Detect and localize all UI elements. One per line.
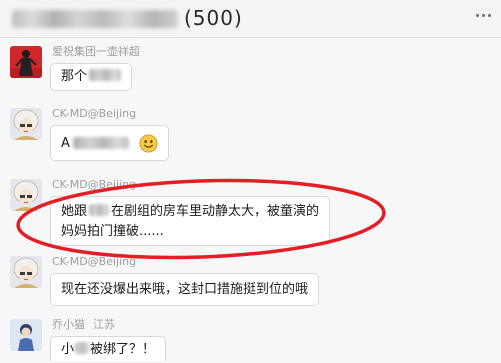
message-text: 小 bbox=[61, 342, 75, 357]
avatar-image bbox=[10, 46, 42, 78]
blurred-text bbox=[89, 69, 122, 81]
smiley-emoji-icon bbox=[139, 133, 158, 153]
sender-avatar[interactable] bbox=[10, 256, 42, 288]
sender-name[interactable]: 爱祝集团一壶祥超 bbox=[52, 45, 140, 59]
sender-nickname: 乔小猫 bbox=[52, 318, 85, 331]
message-bubble[interactable]: 现在还没爆出来哦，这封口措施挺到位的哦 bbox=[50, 273, 320, 306]
message-text-line: 她跟 在剧组的房车里动静太大，被童演的 bbox=[61, 202, 319, 222]
sender-avatar[interactable] bbox=[10, 46, 42, 78]
blurred-text bbox=[75, 342, 90, 354]
message-text: 那个 bbox=[61, 69, 88, 84]
chat-header: (500) bbox=[0, 0, 501, 38]
message-text: 她跟 bbox=[61, 204, 88, 219]
message-text: 在剧组的房车里动静太大，被童演的 bbox=[111, 204, 320, 219]
chat-message: CK-MD@Beijing A bbox=[0, 107, 501, 161]
message-bubble[interactable]: 小被绑了？！ bbox=[50, 336, 167, 361]
sender-name[interactable]: 乔小猫 江苏 bbox=[52, 318, 115, 332]
more-icon[interactable] bbox=[488, 14, 491, 17]
message-text: 被绑了？！ bbox=[90, 342, 156, 357]
sender-avatar[interactable] bbox=[10, 179, 42, 211]
chat-message: CK-MD@Beijing 现在还没爆出来哦，这封口措施挺到位的哦 bbox=[0, 255, 501, 306]
avatar-image bbox=[10, 108, 42, 140]
message-bubble[interactable]: A bbox=[50, 125, 169, 161]
message-text-line: 妈妈拍门撞破...... bbox=[61, 224, 164, 239]
sender-avatar[interactable] bbox=[10, 108, 42, 140]
chat-message: CK-MD@Beijing 她跟 在剧组的房车里动静太大，被童演的 妈妈拍门撞破.… bbox=[0, 178, 501, 246]
message-bubble[interactable]: 她跟 在剧组的房车里动静太大，被童演的 妈妈拍门撞破...... bbox=[50, 196, 331, 246]
message-bubble[interactable]: 那个 bbox=[50, 63, 133, 91]
sender-location: 江苏 bbox=[93, 318, 115, 331]
blurred-text bbox=[89, 204, 110, 216]
avatar-image bbox=[10, 319, 42, 351]
blurred-text bbox=[72, 137, 129, 149]
message-text: 现在还没爆出来哦，这封口措施挺到位的哦 bbox=[61, 282, 309, 297]
chat-message: 乔小猫 江苏 小被绑了？！ bbox=[0, 318, 501, 361]
chat-message: 爱祝集团一壶祥超 那个 bbox=[0, 45, 501, 91]
group-name-blurred bbox=[12, 10, 178, 28]
member-count: (500) bbox=[184, 6, 243, 30]
sender-avatar[interactable] bbox=[10, 319, 42, 351]
sender-name[interactable]: CK-MD@Beijing bbox=[52, 178, 136, 192]
avatar-image bbox=[10, 256, 42, 288]
avatar-image bbox=[10, 179, 42, 211]
sender-name[interactable]: CK-MD@Beijing bbox=[52, 255, 136, 269]
sender-name[interactable]: CK-MD@Beijing bbox=[52, 107, 136, 121]
message-text: A bbox=[61, 135, 70, 151]
